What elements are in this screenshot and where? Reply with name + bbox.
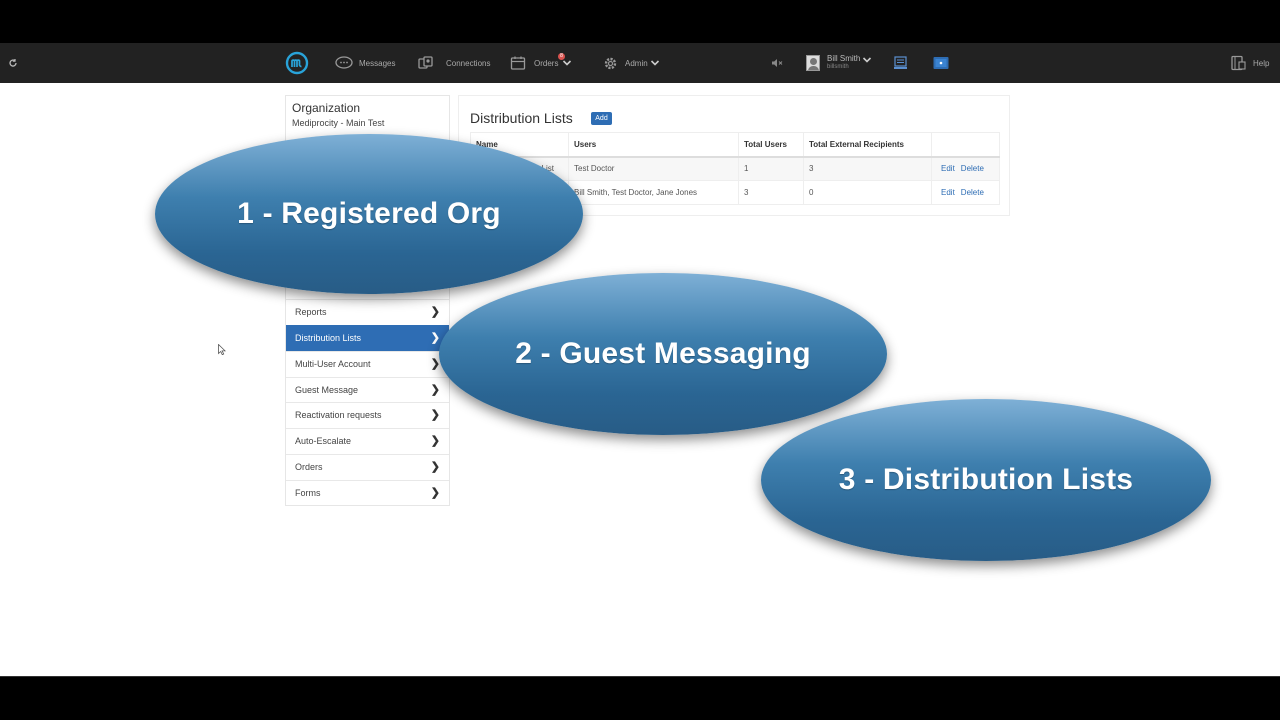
nav-orders-label: Orders	[534, 58, 559, 68]
sidebar-item-label: Reports	[295, 307, 327, 317]
chat-icon	[335, 56, 353, 69]
user-handle: billsmith	[827, 64, 849, 70]
nav-admin-label: Admin	[625, 58, 648, 68]
screen: Messages Connections Orders 8 Admin Bill…	[0, 0, 1280, 720]
nav-admin[interactable]: Admin	[603, 43, 660, 83]
sidebar-item-auto-escalate[interactable]: Auto-Escalate ❯	[286, 428, 449, 454]
callout-guest-messaging: 2 - Guest Messaging	[439, 273, 887, 435]
sidebar-item-label: Forms	[295, 488, 321, 498]
user-name: Bill Smith	[827, 54, 861, 63]
edit-link[interactable]: Edit	[941, 164, 955, 173]
users-cell: Bill Smith, Test Doctor, Jane Jones	[568, 180, 739, 205]
chevron-right-icon: ❯	[430, 306, 440, 318]
callout-label: 2 - Guest Messaging	[515, 337, 811, 370]
inbox-icon[interactable]	[933, 43, 949, 83]
delete-link[interactable]: Delete	[961, 164, 984, 173]
top-navbar: Messages Connections Orders 8 Admin Bill…	[0, 43, 1280, 83]
delete-link[interactable]: Delete	[961, 188, 984, 197]
chevron-right-icon: ❯	[430, 384, 440, 396]
nav-help-label: Help	[1253, 58, 1270, 68]
add-list-button[interactable]: Add	[591, 112, 612, 125]
column-header[interactable]: Users	[568, 132, 739, 158]
chevron-right-icon: ❯	[430, 409, 440, 421]
nav-orders[interactable]: Orders 8	[510, 43, 572, 83]
nav-help[interactable]: Help	[1230, 43, 1269, 83]
user-menu[interactable]: Bill Smith billsmith	[806, 43, 872, 83]
sidebar-item-forms[interactable]: Forms ❯	[286, 480, 449, 506]
sidebar-item-label: Guest Message	[295, 385, 359, 395]
edit-link[interactable]: Edit	[941, 188, 955, 197]
nav-messages[interactable]: Messages	[335, 43, 395, 83]
sidebar-item-guest-message[interactable]: Guest Message ❯	[286, 377, 449, 403]
row-actions: Edit Delete	[931, 180, 1000, 205]
sidebar-item-label: Distribution Lists	[295, 333, 362, 343]
chevron-right-icon: ❯	[430, 487, 440, 499]
calendar-icon	[510, 56, 526, 70]
callout-label: 3 - Distribution Lists	[838, 463, 1134, 496]
chevron-right-icon: ❯	[430, 461, 440, 473]
chevron-down-icon	[650, 60, 659, 66]
callout-distribution-lists: 3 - Distribution Lists	[761, 399, 1211, 561]
avatar	[806, 55, 820, 71]
connections-icon	[418, 56, 433, 69]
sidebar-item-label: Reactivation requests	[295, 410, 382, 420]
nav-messages-label: Messages	[359, 58, 396, 68]
gear-icon	[604, 57, 617, 69]
total-users-cell: 1	[738, 156, 804, 181]
org-title: Organization	[292, 101, 361, 115]
external-recipients-cell: 3	[803, 156, 932, 181]
callout-label: 1 - Registered Org	[237, 197, 501, 230]
sidebar-item-label: Multi-User Account	[295, 359, 371, 369]
table-header-row: Name Users Total Users Total External Re…	[470, 132, 1000, 158]
org-name: Mediprocity - Main Test	[292, 118, 385, 128]
callout-registered-org: 1 - Registered Org	[155, 134, 583, 294]
external-recipients-cell: 0	[803, 180, 932, 205]
help-book-icon	[1231, 55, 1246, 71]
directory-icon[interactable]	[893, 43, 909, 83]
divider	[0, 676, 1280, 677]
sidebar-item-label: Auto-Escalate	[295, 436, 352, 446]
sidebar-item-distribution-lists[interactable]: Distribution Lists ❯	[286, 325, 449, 351]
chevron-down-icon	[563, 60, 572, 66]
row-actions: Edit Delete	[931, 156, 1000, 181]
page-title: Distribution Lists	[470, 110, 573, 126]
sidebar-item-reactivation-requests[interactable]: Reactivation requests ❯	[286, 402, 449, 428]
users-cell: Test Doctor	[568, 156, 739, 181]
sidebar-item-multi-user-account[interactable]: Multi-User Account ❯	[286, 351, 449, 377]
total-users-cell: 3	[738, 180, 804, 205]
chevron-down-icon	[863, 57, 872, 63]
column-header[interactable]: Total Users	[738, 132, 804, 158]
sidebar-item-orders[interactable]: Orders ❯	[286, 454, 449, 480]
sidebar-item-reports[interactable]: Reports ❯	[286, 299, 449, 325]
sidebar-item-label: Orders	[295, 462, 323, 472]
mute-icon[interactable]	[771, 43, 783, 83]
refresh-icon[interactable]	[8, 43, 18, 83]
chevron-right-icon: ❯	[430, 435, 440, 447]
nav-connections[interactable]: Connections	[418, 43, 490, 83]
column-header[interactable]: Total External Recipients	[803, 132, 932, 158]
mouse-cursor-icon	[218, 342, 227, 360]
orders-badge: 8	[558, 53, 565, 60]
app-logo-icon[interactable]	[285, 43, 309, 83]
nav-connections-label: Connections	[446, 58, 491, 68]
